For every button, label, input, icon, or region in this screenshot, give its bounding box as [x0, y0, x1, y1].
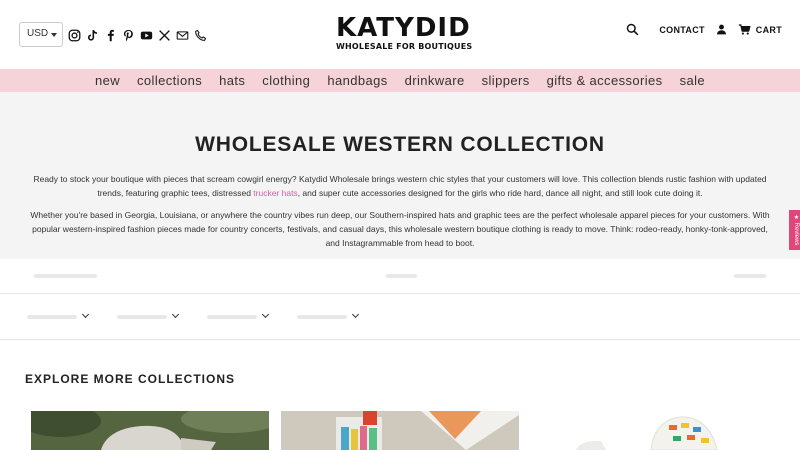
collection-card[interactable]: [281, 411, 519, 450]
explore-collections-heading: EXPLORE MORE COLLECTIONS: [25, 372, 236, 386]
logo-tagline: WHOLESALE FOR BOUTIQUES: [336, 42, 473, 51]
intro-paragraph-1: Ready to stock your boutique with pieces…: [0, 172, 800, 200]
collection-card[interactable]: [531, 411, 769, 450]
loading-placeholder: [27, 315, 77, 319]
nav-item-collections[interactable]: collections: [137, 73, 202, 88]
trucker-hats-link[interactable]: trucker hats: [253, 188, 297, 198]
nav-item-handbags[interactable]: handbags: [327, 73, 387, 88]
chevron-down-icon: [171, 310, 180, 319]
contact-link[interactable]: CONTACT: [659, 25, 704, 35]
reviews-tab[interactable]: ★ Reviews: [789, 210, 800, 250]
nav-item-hats[interactable]: hats: [219, 73, 245, 88]
site-logo[interactable]: KATYDID WHOLESALE FOR BOUTIQUES: [336, 13, 473, 51]
nav-item-sale[interactable]: sale: [680, 73, 705, 88]
cart-link[interactable]: CART: [738, 23, 782, 36]
loading-placeholder: [207, 315, 257, 319]
facebook-icon[interactable]: [103, 28, 117, 42]
loading-placeholder: [34, 274, 97, 278]
header-actions: CONTACT CART: [626, 23, 782, 36]
main-nav: new collections hats clothing handbags d…: [0, 69, 800, 92]
chevron-down-icon: [81, 310, 90, 319]
phone-icon[interactable]: [193, 28, 207, 42]
youtube-icon[interactable]: [139, 28, 153, 42]
site-header: USD KATYDID WHOLESALE FOR BOUTIQUES CONT…: [0, 0, 800, 69]
currency-value: USD: [27, 28, 49, 39]
instagram-icon[interactable]: [67, 28, 81, 42]
collection-intro: WHOLESALE WESTERN COLLECTION Ready to st…: [0, 92, 800, 259]
collection-card[interactable]: [31, 411, 269, 450]
chevron-down-icon: [51, 33, 57, 37]
logo-wordmark: KATYDID: [336, 13, 471, 43]
loading-placeholder: [117, 315, 167, 319]
chevron-down-icon: [351, 310, 360, 319]
email-icon[interactable]: [175, 28, 189, 42]
nav-item-gifts-accessories[interactable]: gifts & accessories: [547, 73, 663, 88]
intro-paragraph-2: Whether you're based in Georgia, Louisia…: [30, 210, 770, 248]
tiktok-icon[interactable]: [85, 28, 99, 42]
collection-image: [31, 411, 269, 450]
chevron-down-icon: [261, 310, 270, 319]
pinterest-icon[interactable]: [121, 28, 135, 42]
nav-item-clothing[interactable]: clothing: [262, 73, 310, 88]
collection-image: [531, 411, 769, 450]
filter-bar: [0, 294, 800, 340]
intro-text-b: , and super cute accessories designed fo…: [297, 188, 703, 198]
cart-icon: [738, 23, 751, 36]
nav-item-slippers[interactable]: slippers: [482, 73, 530, 88]
collection-image: [281, 411, 519, 450]
search-icon[interactable]: [626, 23, 639, 36]
social-links: [67, 28, 207, 42]
results-toolbar: [0, 259, 800, 294]
account-icon[interactable]: [715, 23, 728, 36]
x-icon[interactable]: [157, 28, 171, 42]
cart-label: CART: [755, 24, 782, 35]
currency-selector[interactable]: USD: [19, 22, 63, 47]
loading-placeholder: [734, 274, 766, 278]
loading-placeholder: [297, 315, 347, 319]
loading-placeholder: [386, 274, 417, 278]
page-title: WHOLESALE WESTERN COLLECTION: [195, 133, 605, 156]
nav-item-new[interactable]: new: [95, 73, 120, 88]
nav-item-drinkware[interactable]: drinkware: [405, 73, 465, 88]
